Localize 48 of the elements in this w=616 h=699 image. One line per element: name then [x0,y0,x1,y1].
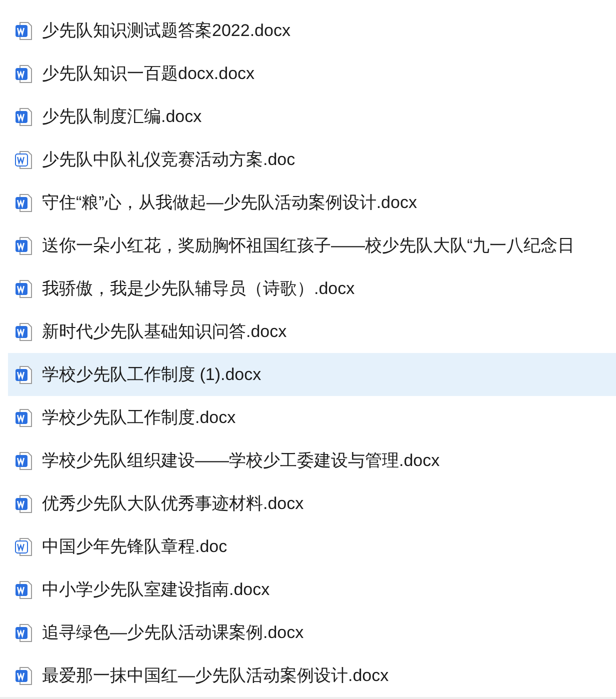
file-name: 少先队中队礼仪竞赛活动方案.doc [42,149,296,171]
file-name: 少先队制度汇编.docx [42,106,202,128]
file-row[interactable]: 守住“粮”心，从我做起—少先队活动案例设计.docx [8,181,616,224]
file-name: 中国少年先锋队章程.doc [42,536,228,558]
word-document-icon [15,64,33,84]
file-name: 送你一朵小红花，奖励胸怀祖国红孩子——校少先队大队“九一八纪念日 [42,235,575,257]
word-document-icon [15,322,33,342]
file-row[interactable]: 少先队知识一百题docx.docx [8,52,616,95]
file-row[interactable]: 最爱那一抹中国红—少先队活动案例设计.docx [8,654,616,697]
file-row[interactable]: 追寻绿色—少先队活动课案例.docx [8,611,616,654]
file-row[interactable]: 送你一朵小红花，奖励胸怀祖国红孩子——校少先队大队“九一八纪念日 [8,224,616,267]
file-row[interactable]: 学校少先队工作制度.docx [8,396,616,439]
file-row[interactable]: 少先队知识测试题答案2022.docx [8,9,616,52]
word-document-icon [15,408,33,428]
word-document-icon [15,278,33,298]
file-name: 新时代少先队基础知识问答.docx [42,321,287,343]
file-name: 我骄傲，我是少先队辅导员（诗歌）.docx [42,278,355,300]
file-name: 优秀少先队大队优秀事迹材料.docx [42,493,304,515]
word-document-icon [15,20,33,40]
file-name: 少先队知识测试题答案2022.docx [42,20,290,42]
file-name: 少先队知识一百题docx.docx [42,63,255,85]
file-row[interactable]: 优秀少先队大队优秀事迹材料.docx [8,482,616,525]
file-name: 学校少先队工作制度.docx [42,407,236,429]
file-row[interactable]: 学校少先队组织建设——学校少工委建设与管理.docx [8,439,616,482]
file-name: 学校少先队工作制度 (1).docx [42,364,262,386]
word-document-icon [15,236,33,256]
file-row[interactable]: 中小学少先队室建设指南.docx [8,568,616,611]
file-name: 学校少先队组织建设——学校少工委建设与管理.docx [42,450,440,472]
word-document-icon [15,580,33,600]
word-document-icon [15,106,33,126]
file-name: 中小学少先队室建设指南.docx [42,579,270,601]
file-row[interactable]: 新时代少先队基础知识问答.docx [8,310,616,353]
word-document-icon [15,150,33,170]
word-document-icon [15,666,33,686]
word-document-icon [15,192,33,212]
file-row[interactable]: 中国少年先锋队章程.doc [8,525,616,568]
word-document-icon [15,450,33,470]
file-name: 最爱那一抹中国红—少先队活动案例设计.docx [42,665,389,687]
word-document-icon [15,364,33,384]
word-document-icon [15,622,33,642]
file-row[interactable]: 学校少先队工作制度 (1).docx [8,353,616,396]
file-row[interactable]: 少先队制度汇编.docx [8,95,616,138]
word-document-icon [15,494,33,514]
file-name: 追寻绿色—少先队活动课案例.docx [42,622,304,644]
word-document-icon [15,536,33,556]
file-row[interactable]: 我骄傲，我是少先队辅导员（诗歌）.docx [8,267,616,310]
file-name: 守住“粮”心，从我做起—少先队活动案例设计.docx [42,192,417,214]
file-row[interactable]: 少先队中队礼仪竞赛活动方案.doc [8,138,616,181]
